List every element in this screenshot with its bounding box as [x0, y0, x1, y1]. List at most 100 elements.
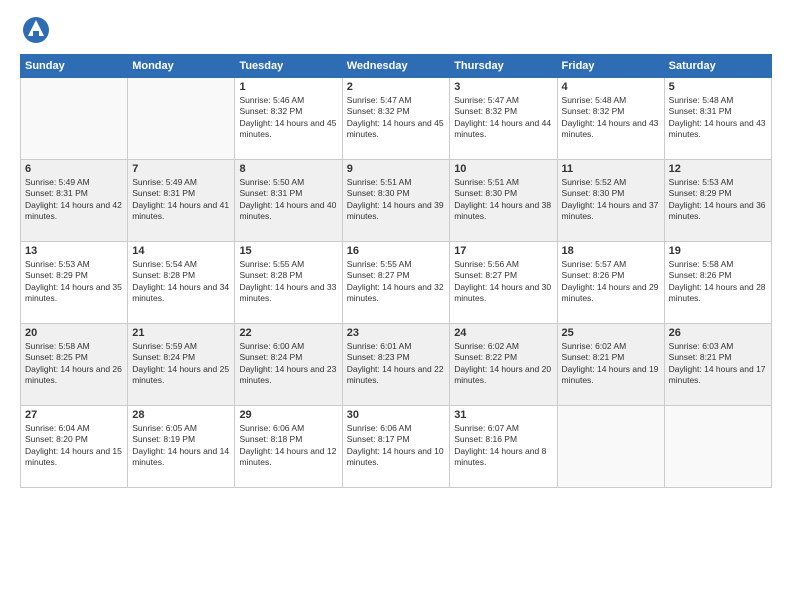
calendar-cell: 12 Sunrise: 5:53 AMSunset: 8:29 PMDayligh…: [664, 160, 771, 242]
day-info: Sunrise: 5:53 AMSunset: 8:29 PMDaylight:…: [669, 177, 767, 223]
week-row-4: 20 Sunrise: 5:58 AMSunset: 8:25 PMDayligh…: [21, 324, 772, 406]
day-info: Sunrise: 5:57 AMSunset: 8:26 PMDaylight:…: [562, 259, 660, 305]
day-number: 18: [562, 245, 660, 257]
logo: [20, 16, 58, 44]
day-number: 2: [347, 81, 445, 93]
calendar-cell: 25 Sunrise: 6:02 AMSunset: 8:21 PMDayligh…: [557, 324, 664, 406]
day-info: Sunrise: 6:02 AMSunset: 8:22 PMDaylight:…: [454, 341, 552, 387]
day-number: 13: [25, 245, 123, 257]
day-number: 6: [25, 163, 123, 175]
day-info: Sunrise: 5:48 AMSunset: 8:32 PMDaylight:…: [562, 95, 660, 141]
calendar-cell: 2Sunrise: 5:47 AMSunset: 8:32 PMDaylight…: [342, 78, 449, 160]
calendar-cell: 13 Sunrise: 5:53 AMSunset: 8:29 PMDayligh…: [21, 242, 128, 324]
calendar-cell: [557, 406, 664, 488]
calendar-cell: 18 Sunrise: 5:57 AMSunset: 8:26 PMDayligh…: [557, 242, 664, 324]
day-number: 12: [669, 163, 767, 175]
day-number: 25: [562, 327, 660, 339]
day-number: 1: [239, 81, 337, 93]
day-number: 14: [132, 245, 230, 257]
calendar-cell: [664, 406, 771, 488]
calendar-cell: 4 Sunrise: 5:48 AMSunset: 8:32 PMDaylight…: [557, 78, 664, 160]
calendar-cell: 5 Sunrise: 5:48 AMSunset: 8:31 PMDaylight…: [664, 78, 771, 160]
weekday-header-friday: Friday: [557, 55, 664, 78]
weekday-header-tuesday: Tuesday: [235, 55, 342, 78]
weekday-header-wednesday: Wednesday: [342, 55, 449, 78]
logo-icon: [22, 16, 50, 44]
day-info: Sunrise: 6:02 AMSunset: 8:21 PMDaylight:…: [562, 341, 660, 387]
calendar-cell: 23Sunrise: 6:01 AMSunset: 8:23 PMDayligh…: [342, 324, 449, 406]
day-number: 5: [669, 81, 767, 93]
calendar: SundayMondayTuesdayWednesdayThursdayFrid…: [20, 54, 772, 488]
weekday-header-thursday: Thursday: [450, 55, 557, 78]
day-number: 10: [454, 163, 552, 175]
calendar-cell: 28Sunrise: 6:05 AMSunset: 8:19 PMDayligh…: [128, 406, 235, 488]
week-row-2: 6Sunrise: 5:49 AMSunset: 8:31 PMDaylight…: [21, 160, 772, 242]
day-info: Sunrise: 6:05 AMSunset: 8:19 PMDaylight:…: [132, 423, 230, 469]
calendar-cell: [128, 78, 235, 160]
day-number: 9: [347, 163, 445, 175]
day-number: 4: [562, 81, 660, 93]
day-info: Sunrise: 5:53 AMSunset: 8:29 PMDaylight:…: [25, 259, 123, 305]
day-number: 31: [454, 409, 552, 421]
calendar-cell: [21, 78, 128, 160]
day-number: 24: [454, 327, 552, 339]
day-number: 20: [25, 327, 123, 339]
calendar-cell: 30Sunrise: 6:06 AMSunset: 8:17 PMDayligh…: [342, 406, 449, 488]
calendar-cell: 22Sunrise: 6:00 AMSunset: 8:24 PMDayligh…: [235, 324, 342, 406]
day-info: Sunrise: 5:51 AMSunset: 8:30 PMDaylight:…: [347, 177, 445, 223]
day-number: 8: [239, 163, 337, 175]
calendar-cell: 20 Sunrise: 5:58 AMSunset: 8:25 PMDayligh…: [21, 324, 128, 406]
calendar-cell: 16 Sunrise: 5:55 AMSunset: 8:27 PMDayligh…: [342, 242, 449, 324]
calendar-cell: 15 Sunrise: 5:55 AMSunset: 8:28 PMDayligh…: [235, 242, 342, 324]
calendar-cell: 29 Sunrise: 6:06 AMSunset: 8:18 PMDayligh…: [235, 406, 342, 488]
calendar-cell: 9 Sunrise: 5:51 AMSunset: 8:30 PMDaylight…: [342, 160, 449, 242]
day-number: 30: [347, 409, 445, 421]
day-number: 23: [347, 327, 445, 339]
day-info: Sunrise: 6:06 AMSunset: 8:18 PMDaylight:…: [239, 423, 337, 469]
weekday-header-row: SundayMondayTuesdayWednesdayThursdayFrid…: [21, 55, 772, 78]
day-info: Sunrise: 5:52 AMSunset: 8:30 PMDaylight:…: [562, 177, 660, 223]
day-number: 22: [239, 327, 337, 339]
calendar-cell: 17Sunrise: 5:56 AMSunset: 8:27 PMDayligh…: [450, 242, 557, 324]
day-info: Sunrise: 5:58 AMSunset: 8:25 PMDaylight:…: [25, 341, 123, 387]
calendar-cell: 27 Sunrise: 6:04 AMSunset: 8:20 PMDayligh…: [21, 406, 128, 488]
day-info: Sunrise: 5:46 AMSunset: 8:32 PMDaylight:…: [239, 95, 337, 141]
day-number: 26: [669, 327, 767, 339]
day-info: Sunrise: 5:55 AMSunset: 8:27 PMDaylight:…: [347, 259, 445, 305]
header: [20, 16, 772, 44]
weekday-header-saturday: Saturday: [664, 55, 771, 78]
day-number: 7: [132, 163, 230, 175]
day-info: Sunrise: 6:04 AMSunset: 8:20 PMDaylight:…: [25, 423, 123, 469]
day-number: 21: [132, 327, 230, 339]
day-info: Sunrise: 5:47 AMSunset: 8:32 PMDaylight:…: [454, 95, 552, 141]
weekday-header-sunday: Sunday: [21, 55, 128, 78]
calendar-cell: 19 Sunrise: 5:58 AMSunset: 8:26 PMDayligh…: [664, 242, 771, 324]
day-info: Sunrise: 5:55 AMSunset: 8:28 PMDaylight:…: [239, 259, 337, 305]
calendar-cell: 6Sunrise: 5:49 AMSunset: 8:31 PMDaylight…: [21, 160, 128, 242]
calendar-cell: 7Sunrise: 5:49 AMSunset: 8:31 PMDaylight…: [128, 160, 235, 242]
calendar-cell: 1 Sunrise: 5:46 AMSunset: 8:32 PMDaylight…: [235, 78, 342, 160]
day-info: Sunrise: 5:58 AMSunset: 8:26 PMDaylight:…: [669, 259, 767, 305]
day-number: 3: [454, 81, 552, 93]
day-info: Sunrise: 5:48 AMSunset: 8:31 PMDaylight:…: [669, 95, 767, 141]
day-number: 15: [239, 245, 337, 257]
day-info: Sunrise: 5:51 AMSunset: 8:30 PMDaylight:…: [454, 177, 552, 223]
day-number: 19: [669, 245, 767, 257]
calendar-cell: 3 Sunrise: 5:47 AMSunset: 8:32 PMDaylight…: [450, 78, 557, 160]
day-info: Sunrise: 5:50 AMSunset: 8:31 PMDaylight:…: [239, 177, 337, 223]
calendar-cell: 21 Sunrise: 5:59 AMSunset: 8:24 PMDayligh…: [128, 324, 235, 406]
day-number: 27: [25, 409, 123, 421]
day-info: Sunrise: 6:07 AMSunset: 8:16 PMDaylight:…: [454, 423, 552, 469]
week-row-5: 27 Sunrise: 6:04 AMSunset: 8:20 PMDayligh…: [21, 406, 772, 488]
day-number: 16: [347, 245, 445, 257]
calendar-cell: 11 Sunrise: 5:52 AMSunset: 8:30 PMDayligh…: [557, 160, 664, 242]
day-info: Sunrise: 5:59 AMSunset: 8:24 PMDaylight:…: [132, 341, 230, 387]
day-info: Sunrise: 6:03 AMSunset: 8:21 PMDaylight:…: [669, 341, 767, 387]
day-number: 29: [239, 409, 337, 421]
week-row-3: 13 Sunrise: 5:53 AMSunset: 8:29 PMDayligh…: [21, 242, 772, 324]
calendar-cell: 8 Sunrise: 5:50 AMSunset: 8:31 PMDaylight…: [235, 160, 342, 242]
calendar-cell: 31 Sunrise: 6:07 AMSunset: 8:16 PMDayligh…: [450, 406, 557, 488]
day-number: 11: [562, 163, 660, 175]
page: SundayMondayTuesdayWednesdayThursdayFrid…: [0, 0, 792, 612]
weekday-header-monday: Monday: [128, 55, 235, 78]
